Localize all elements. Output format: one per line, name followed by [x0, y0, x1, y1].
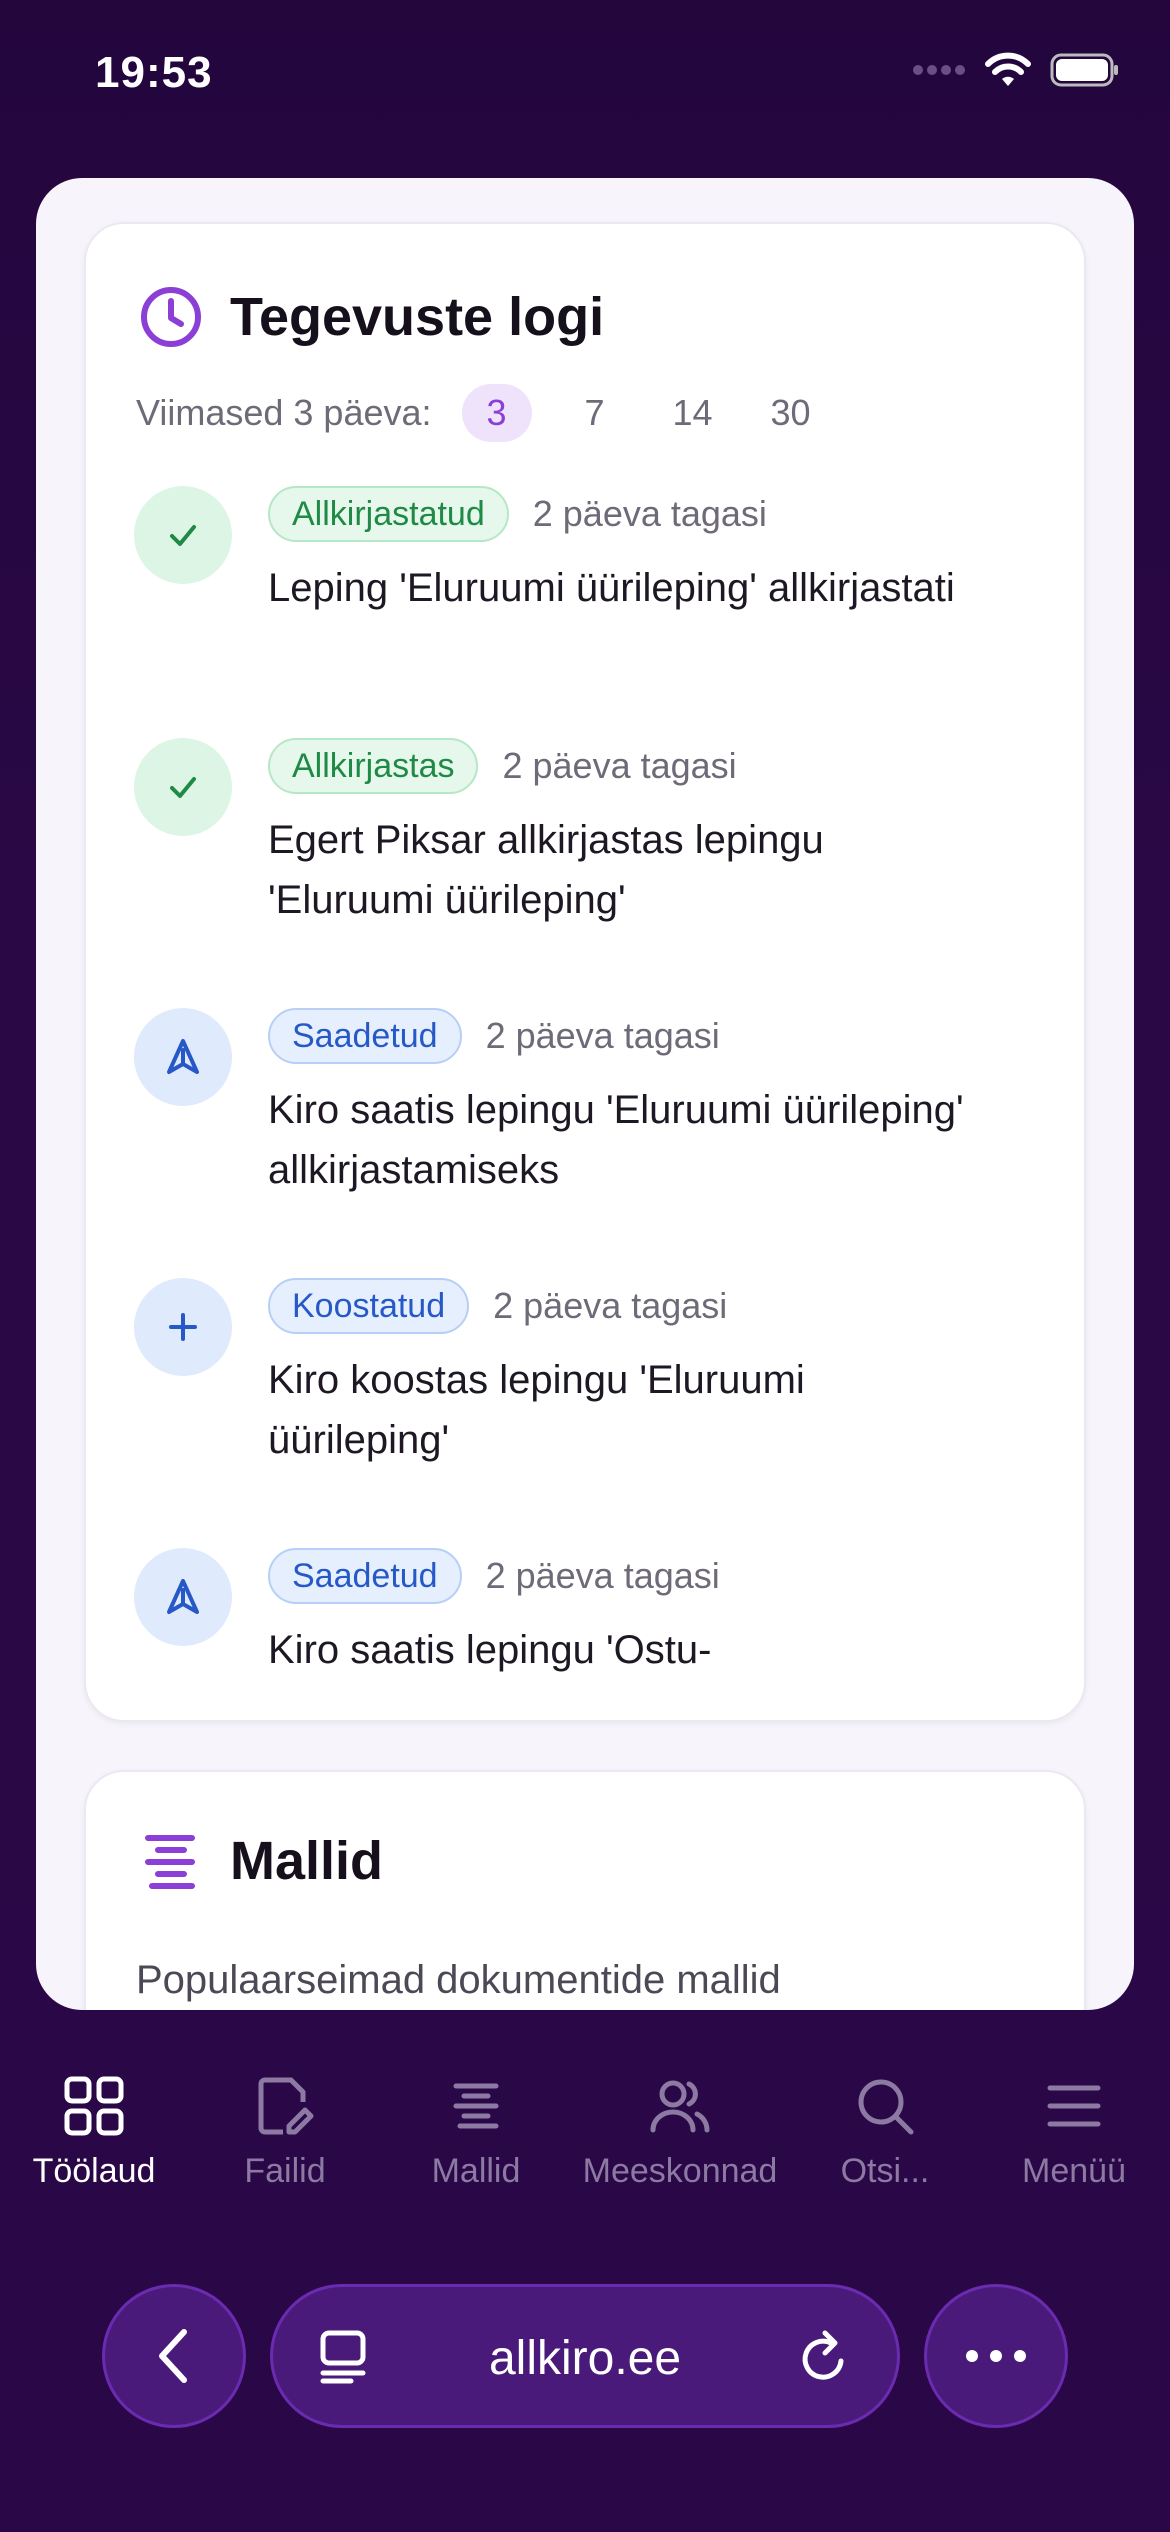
status-badge: Koostatud — [268, 1278, 470, 1334]
status-avatar — [134, 1548, 232, 1646]
tab-label: Meeskonnad — [582, 2152, 778, 2190]
entry-time: 2 päeva tagasi — [502, 745, 737, 786]
templates-subtitle: Populaarseimad dokumentide mallid — [136, 1958, 781, 2002]
period-filter-3[interactable]: 3 — [461, 384, 532, 442]
entry-meta: Koostatud 2 päeva tagasi — [268, 1278, 727, 1334]
tab-mallid[interactable]: Mallid — [386, 2070, 566, 2191]
activity-log-title: Tegevuste logi — [230, 287, 605, 347]
status-badge: Saadetud — [268, 1008, 462, 1064]
templates-icon — [453, 2083, 499, 2129]
tab-otsi[interactable]: Otsi... — [795, 2070, 975, 2191]
tab-toolaud[interactable]: Töölaud — [4, 2070, 184, 2191]
period-filter: Viimased 3 päeva: 3 7 14 30 — [136, 384, 854, 442]
users-icon — [650, 2080, 710, 2133]
period-filter-7[interactable]: 7 — [560, 384, 630, 442]
tab-label: Mallid — [431, 2152, 521, 2190]
period-filter-14[interactable]: 14 — [658, 384, 728, 442]
tab-label: Failid — [244, 2152, 326, 2190]
tab-menuu[interactable]: Menüü — [984, 2070, 1164, 2191]
more-button[interactable] — [924, 2284, 1068, 2428]
templates-icon — [145, 1835, 195, 1889]
clock-icon — [141, 287, 201, 347]
entry-text: Kiro saatis lepingu 'Eluruumi üürileping… — [268, 1088, 964, 1192]
status-time: 19:53 — [95, 48, 213, 97]
templates-title: Mallid — [230, 1831, 384, 1891]
status-avatar — [134, 738, 232, 836]
back-button[interactable] — [102, 2284, 246, 2428]
period-filter-label: Viimased 3 päeva: — [136, 392, 432, 433]
search-icon — [858, 2079, 914, 2135]
entry-time: 2 päeva tagasi — [485, 1015, 720, 1056]
status-bar: 19:53 — [0, 0, 1170, 150]
content-sheet: Tegevuste logi Viimased 3 päeva: 3 7 14 … — [36, 178, 1134, 2010]
status-badge: Allkirjastas — [268, 738, 479, 794]
file-edit-icon — [258, 2077, 314, 2135]
chevron-left-icon — [159, 2329, 187, 2383]
status-badge: Saadetud — [268, 1548, 462, 1604]
send-icon — [167, 1039, 199, 1074]
entry-text: Leping 'Eluruumi üürileping' allkirjasta… — [268, 566, 955, 610]
activity-log-card: Tegevuste logi Viimased 3 päeva: 3 7 14 … — [84, 222, 1086, 1722]
entry-meta: Allkirjastatud 2 päeva tagasi — [268, 486, 767, 542]
entry-meta: Saadetud 2 päeva tagasi — [268, 1008, 720, 1064]
tab-failid[interactable]: Failid — [195, 2070, 375, 2191]
entry-time: 2 päeva tagasi — [532, 493, 767, 534]
entry-time: 2 päeva tagasi — [493, 1285, 728, 1326]
check-icon — [170, 525, 196, 546]
entry-text: Kiro koostas lepingu 'Eluruumi üürilepin… — [268, 1358, 805, 1462]
more-icon — [966, 2350, 1026, 2362]
status-avatar — [134, 486, 232, 584]
entry-meta: Allkirjastas 2 päeva tagasi — [268, 738, 737, 794]
templates-header: Mallid — [138, 1828, 383, 1894]
status-avatar — [134, 1278, 232, 1376]
status-avatar — [134, 1008, 232, 1106]
tab-label: Töölaud — [32, 2152, 156, 2190]
address-bar[interactable]: allkiro.ee — [270, 2284, 900, 2428]
tab-meeskonnad[interactable]: Meeskonnad — [580, 2070, 780, 2191]
plus-icon — [169, 1313, 197, 1341]
templates-card: Mallid Populaarseimad dokumentide mallid — [84, 1770, 1086, 2010]
grid-icon — [64, 2076, 124, 2136]
entry-text: Kiro saatis lepingu 'Ostu- — [268, 1628, 712, 1672]
bottom-tab-bar: Töölaud Failid Mallid Meeskonnad Otsi...… — [0, 2070, 1170, 2220]
cellular-signal-icon — [913, 65, 965, 75]
reload-icon[interactable] — [797, 2327, 853, 2387]
entry-meta: Saadetud 2 päeva tagasi — [268, 1548, 720, 1604]
menu-icon — [1047, 2085, 1101, 2127]
activity-log-header: Tegevuste logi — [138, 284, 604, 350]
check-icon — [170, 777, 196, 798]
status-icons — [912, 52, 1120, 88]
tab-label: Otsi... — [840, 2152, 930, 2190]
period-filter-30[interactable]: 30 — [756, 384, 826, 442]
tab-label: Menüü — [1022, 2152, 1126, 2190]
battery-icon — [1050, 53, 1118, 87]
entry-time: 2 päeva tagasi — [485, 1555, 720, 1596]
entry-text: Egert Piksar allkirjastas lepingu 'Eluru… — [268, 818, 824, 922]
wifi-icon — [985, 52, 1031, 86]
status-badge: Allkirjastatud — [268, 486, 509, 542]
browser-bar: allkiro.ee — [0, 2282, 1170, 2432]
send-icon — [167, 1579, 199, 1614]
